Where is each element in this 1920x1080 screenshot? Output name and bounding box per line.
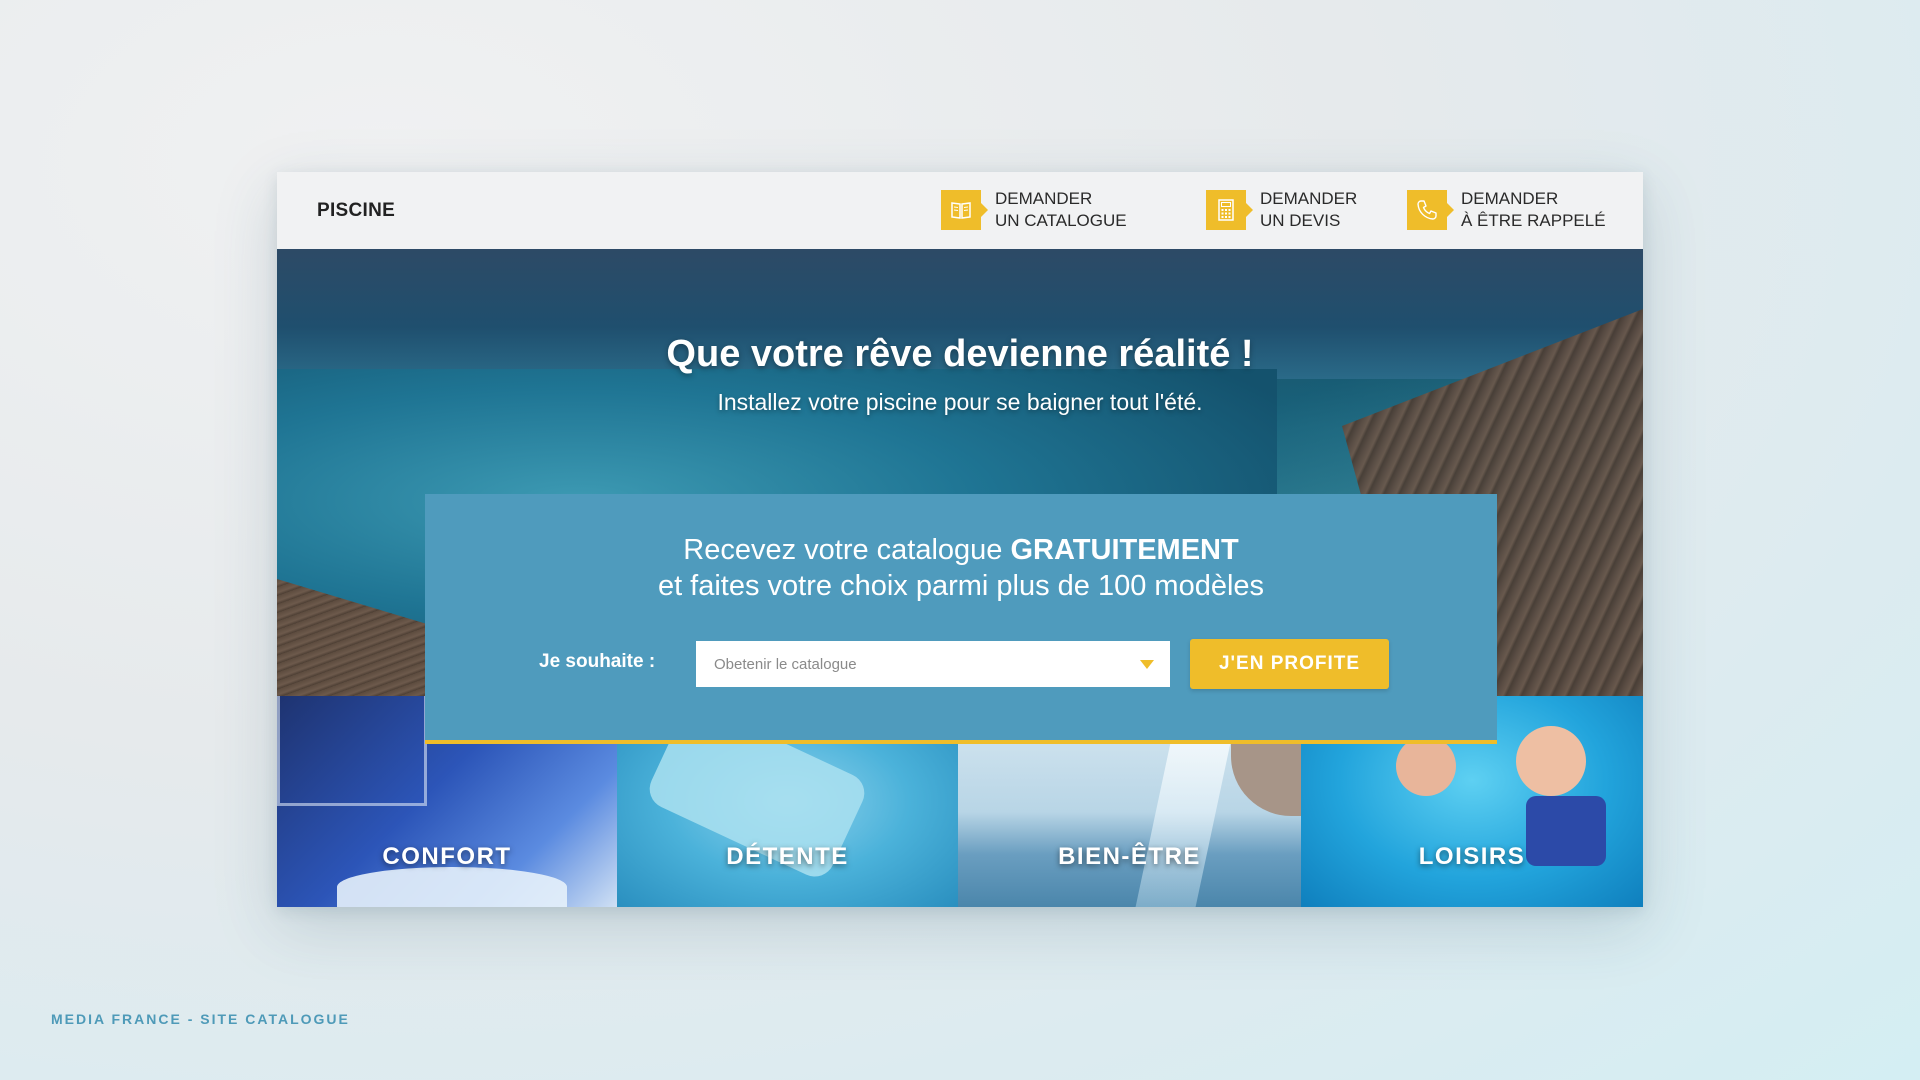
nav-request-callback[interactable]: DEMANDER À ÊTRE RAPPELÉ <box>1407 186 1606 234</box>
nav-label-line1: DEMANDER <box>1260 189 1358 208</box>
select-value: Obetenir le catalogue <box>714 655 857 673</box>
catalogue-form-panel: Recevez votre catalogue GRATUITEMENT et … <box>425 494 1497 744</box>
submit-button[interactable]: J'EN PROFITE <box>1190 639 1389 689</box>
chevron-down-icon <box>1140 660 1154 669</box>
spa-decoration <box>337 867 567 907</box>
tile-label: DÉTENTE <box>726 843 849 870</box>
child-swimmer-decoration <box>1516 726 1586 796</box>
tile-label: LOISIRS <box>1418 843 1526 870</box>
nav-label: DEMANDER UN DEVIS <box>1260 188 1357 232</box>
tile-label: CONFORT <box>382 843 512 870</box>
form-headline-prefix: Recevez votre catalogue <box>683 534 1011 566</box>
child-swimmer-decoration <box>1396 736 1456 796</box>
form-headline: Recevez votre catalogue GRATUITEMENT <box>425 534 1497 567</box>
nav-label: DEMANDER UN CATALOGUE <box>995 188 1127 232</box>
form-headline-emphasis: GRATUITEMENT <box>1010 534 1239 566</box>
presentation-canvas: Que votre rêve devienne réalité ! Instal… <box>0 0 1920 1080</box>
catalogue-icon <box>941 190 988 230</box>
form-field-label: Je souhaite : <box>539 651 656 672</box>
form-subheadline: et faites votre choix parmi plus de 100 … <box>657 570 1265 602</box>
tile-label: BIEN-ÊTRE <box>1058 843 1201 870</box>
nav-label-line2: À ÊTRE RAPPELÉ <box>1461 211 1606 230</box>
site-header: PISCINE DEMANDER UN CATALOGUE DEMANDER U… <box>277 172 1643 249</box>
nav-label-line1: DEMANDER <box>1461 189 1559 208</box>
website-mockup: Que votre rêve devienne réalité ! Instal… <box>277 172 1643 907</box>
hero-title: Que votre rêve devienne réalité ! <box>666 333 1254 375</box>
presentation-caption: MEDIA FRANCE - SITE CATALOGUE <box>51 1011 350 1027</box>
nav-request-quote[interactable]: DEMANDER UN DEVIS <box>1206 186 1357 234</box>
site-logo[interactable]: PISCINE <box>317 172 395 249</box>
request-type-select[interactable]: Obetenir le catalogue <box>696 641 1170 687</box>
nav-label-line2: UN CATALOGUE <box>995 211 1127 230</box>
hero-subtitle: Installez votre piscine pour se baigner … <box>717 389 1203 415</box>
nav-label-line2: UN DEVIS <box>1260 211 1341 230</box>
window-frame-decoration <box>277 696 427 806</box>
phone-icon <box>1407 190 1454 230</box>
nav-request-catalogue[interactable]: DEMANDER UN CATALOGUE <box>941 186 1127 234</box>
nav-label: DEMANDER À ÊTRE RAPPELÉ <box>1461 188 1606 232</box>
calculator-icon <box>1206 190 1253 230</box>
nav-label-line1: DEMANDER <box>995 189 1093 208</box>
